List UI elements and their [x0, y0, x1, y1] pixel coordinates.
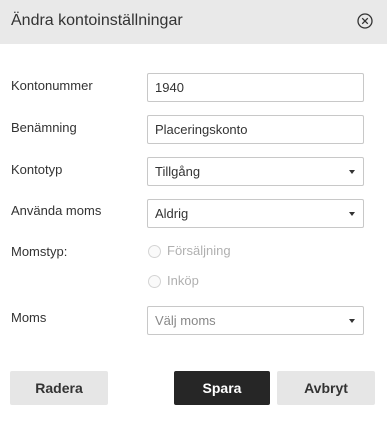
save-button[interactable]: Spara — [174, 371, 270, 405]
account-number-label: Kontonummer — [11, 78, 93, 93]
vat-type-label: Momstyp: — [11, 244, 68, 259]
use-vat-label: Använda moms — [11, 203, 102, 218]
vat-type-option-label: Inköp — [167, 273, 199, 288]
chevron-down-icon — [349, 212, 355, 216]
delete-button[interactable]: Radera — [10, 371, 108, 405]
dialog-title: Ändra kontoinställningar — [11, 12, 183, 29]
cancel-button[interactable]: Avbryt — [277, 371, 375, 405]
radio-circle-icon — [148, 244, 161, 258]
account-number-input[interactable] — [147, 73, 364, 102]
use-vat-value: Aldrig — [155, 206, 189, 221]
account-type-select[interactable]: Tillgång — [147, 157, 364, 186]
radio-circle-icon — [148, 274, 161, 288]
account-type-value: Tillgång — [155, 164, 201, 179]
vat-select[interactable]: Välj moms — [147, 306, 364, 335]
vat-type-option-sales[interactable]: Försäljning — [148, 243, 231, 259]
dialog-header: Ändra kontoinställningar — [0, 0, 387, 44]
vat-type-option-purchase[interactable]: Inköp — [148, 273, 199, 289]
chevron-down-icon — [349, 319, 355, 323]
vat-type-option-label: Försäljning — [167, 243, 231, 258]
close-circle-icon — [357, 13, 373, 29]
name-label: Benämning — [11, 120, 77, 135]
name-input[interactable] — [147, 115, 364, 144]
account-type-label: Kontotyp — [11, 162, 63, 177]
vat-label: Moms — [11, 310, 47, 325]
close-button[interactable] — [354, 10, 376, 32]
edit-account-dialog: Ändra kontoinställningar Kontonummer Ben… — [0, 0, 387, 430]
use-vat-select[interactable]: Aldrig — [147, 199, 364, 228]
chevron-down-icon — [349, 170, 355, 174]
vat-placeholder: Välj moms — [155, 313, 216, 328]
